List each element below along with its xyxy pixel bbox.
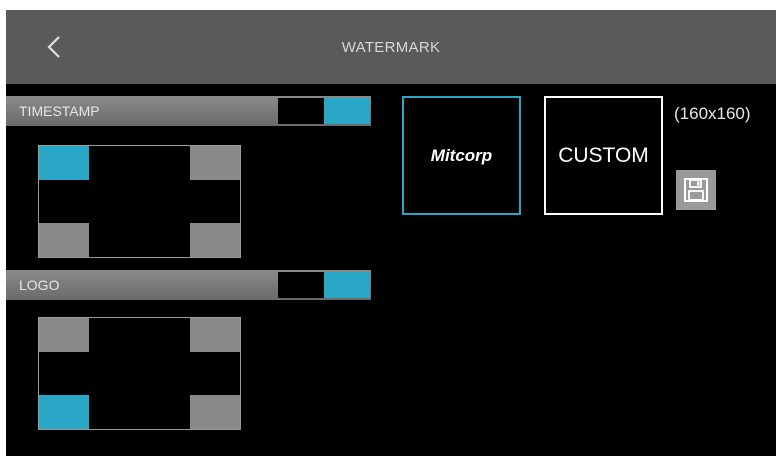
custom-size-label: (160x160) bbox=[674, 104, 751, 123]
timestamp-section-bar: TIMESTAMP bbox=[6, 96, 371, 126]
timestamp-toggle[interactable] bbox=[278, 98, 370, 124]
logo-section-bar: LOGO bbox=[6, 270, 371, 300]
watermark-logo-option[interactable]: Mitcorp bbox=[402, 96, 521, 215]
timestamp-position-bottom-right[interactable] bbox=[190, 223, 240, 257]
watermark-screen: WATERMARK TIMESTAMP LOGO Mitcorp CUSTOM … bbox=[6, 10, 776, 456]
chevron-left-icon bbox=[47, 36, 60, 58]
save-button[interactable] bbox=[676, 170, 716, 210]
logo-position-top-right[interactable] bbox=[190, 318, 240, 352]
toggle-off-segment bbox=[278, 272, 324, 298]
logo-toggle[interactable] bbox=[278, 272, 370, 298]
floppy-disk-icon bbox=[684, 178, 708, 202]
watermark-custom-option[interactable]: CUSTOM bbox=[544, 96, 663, 215]
logo-label: LOGO bbox=[19, 277, 60, 293]
toggle-on-segment bbox=[324, 98, 370, 124]
custom-label: CUSTOM bbox=[558, 143, 649, 167]
back-button[interactable] bbox=[36, 28, 72, 66]
timestamp-position-grid bbox=[38, 145, 241, 258]
timestamp-position-top-right[interactable] bbox=[190, 146, 240, 180]
brand-logo: Mitcorp bbox=[430, 145, 493, 165]
toggle-off-segment bbox=[278, 98, 324, 124]
logo-position-grid bbox=[38, 317, 241, 430]
timestamp-position-top-left[interactable] bbox=[39, 146, 89, 180]
logo-position-bottom-right[interactable] bbox=[190, 395, 240, 429]
header-bar: WATERMARK bbox=[6, 10, 776, 84]
page-title: WATERMARK bbox=[341, 38, 441, 56]
toggle-on-segment bbox=[324, 272, 370, 298]
logo-position-top-left[interactable] bbox=[39, 318, 89, 352]
timestamp-position-bottom-left[interactable] bbox=[39, 223, 89, 257]
timestamp-label: TIMESTAMP bbox=[19, 103, 100, 119]
logo-position-bottom-left[interactable] bbox=[39, 395, 89, 429]
